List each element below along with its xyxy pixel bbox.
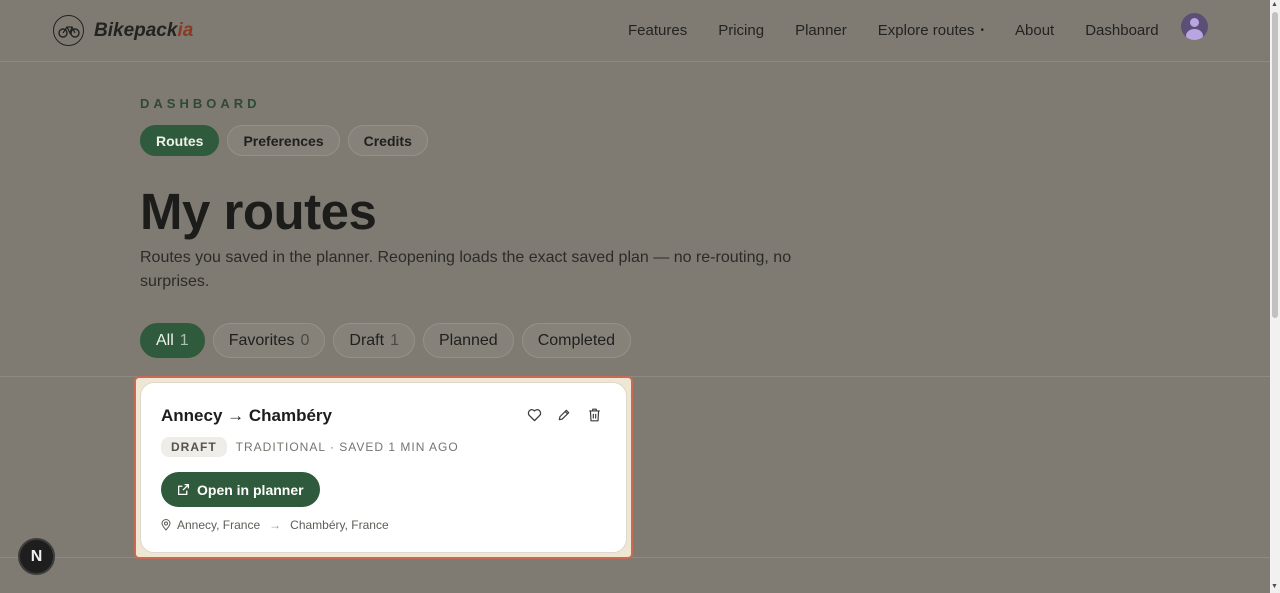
avatar-person-icon <box>1190 18 1199 27</box>
scroll-down-arrow-icon[interactable]: ▼ <box>1271 583 1278 590</box>
open-in-planner-button[interactable]: Open in planner <box>161 472 320 507</box>
filter-favorites[interactable]: Favorites 0 <box>212 323 326 358</box>
heart-icon[interactable] <box>526 407 542 423</box>
route-card[interactable]: Annecy → Chambéry DRAFT TRADITIONAL · SA… <box>140 382 627 553</box>
brand-logo[interactable]: Bikepackia <box>53 15 193 46</box>
dropdown-dot-icon: • <box>980 25 984 36</box>
floating-n-button[interactable]: N <box>18 538 55 575</box>
filter-planned[interactable]: Planned <box>422 323 514 358</box>
route-filters: All 1 Favorites 0 Draft 1 Planned Completed <box>140 323 639 358</box>
trash-icon[interactable] <box>586 407 602 423</box>
nav-about[interactable]: About <box>1015 22 1054 39</box>
nav-pricing[interactable]: Pricing <box>718 22 764 39</box>
filter-all[interactable]: All 1 <box>140 323 205 358</box>
route-start: Annecy, France <box>177 518 261 532</box>
route-meta-text: TRADITIONAL · SAVED 1 MIN AGO <box>235 440 459 454</box>
route-endpoints: Annecy, France → Chambéry, France <box>161 518 389 532</box>
route-title: Annecy → Chambéry <box>161 406 332 425</box>
open-in-planner-label: Open in planner <box>197 481 304 498</box>
nav-dashboard[interactable]: Dashboard <box>1085 22 1158 39</box>
filter-draft[interactable]: Draft 1 <box>333 323 415 358</box>
bicycle-icon <box>53 15 84 46</box>
avatar-person-body <box>1186 29 1203 40</box>
top-navbar: Bikepackia Features Pricing Planner Expl… <box>0 0 1270 62</box>
scroll-up-arrow-icon[interactable]: ▲ <box>1271 1 1278 8</box>
tab-routes[interactable]: Routes <box>140 125 220 156</box>
scrollbar-thumb[interactable] <box>1272 12 1278 318</box>
tab-preferences[interactable]: Preferences <box>227 125 340 156</box>
pencil-icon[interactable] <box>556 407 572 423</box>
arrow-right-icon: → <box>269 518 282 532</box>
brand-name: Bikepackia <box>94 19 194 41</box>
page-scrollbar[interactable]: ▲ ▼ <box>1270 0 1280 593</box>
nav-explore-routes[interactable]: Explore routes • <box>878 22 984 39</box>
tab-credits[interactable]: Credits <box>347 125 428 156</box>
main-nav: Features Pricing Planner Explore routes •… <box>628 22 1190 39</box>
card-actions <box>526 407 616 423</box>
route-meta: DRAFT TRADITIONAL · SAVED 1 MIN AGO <box>161 437 459 457</box>
section-eyebrow: DASHBOARD <box>140 96 261 111</box>
map-pin-icon <box>161 519 171 531</box>
nav-planner[interactable]: Planner <box>795 22 847 39</box>
route-end: Chambéry, France <box>290 518 389 532</box>
filter-completed[interactable]: Completed <box>521 323 632 358</box>
nav-features[interactable]: Features <box>628 22 687 39</box>
user-avatar[interactable] <box>1181 13 1208 40</box>
status-badge: DRAFT <box>161 437 227 457</box>
dashboard-tabs: Routes Preferences Credits <box>140 125 436 156</box>
external-link-icon <box>177 483 190 496</box>
page-subtitle: Routes you saved in the planner. Reopeni… <box>140 249 792 290</box>
page-title: My routes <box>140 183 377 240</box>
